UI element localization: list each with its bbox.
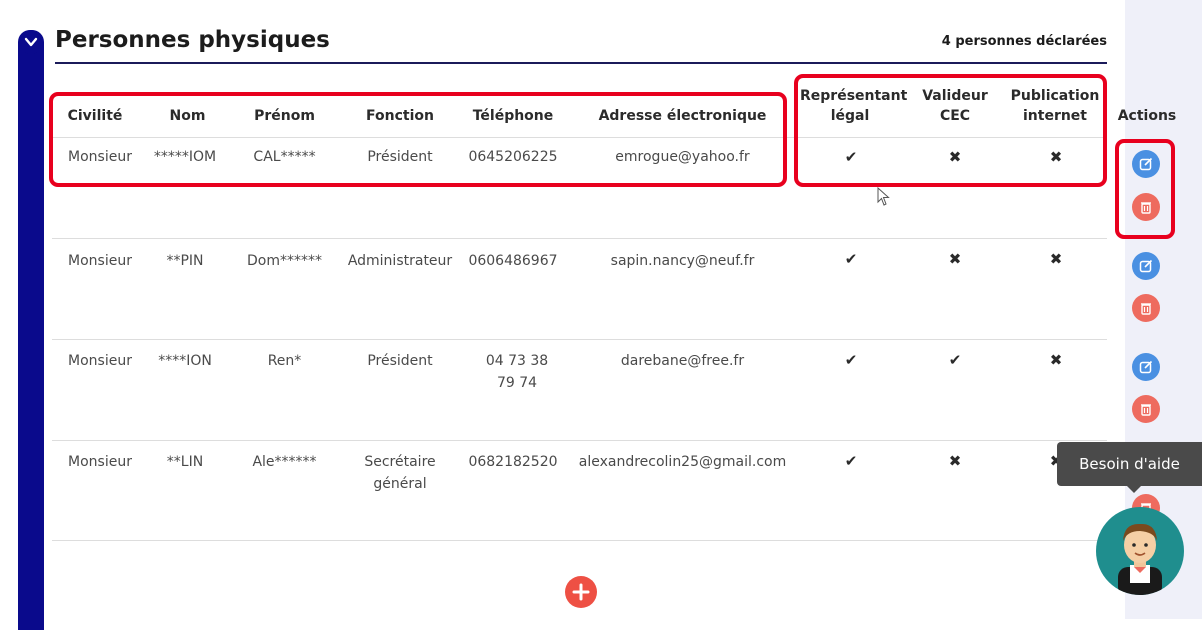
row-separator: [52, 339, 1107, 340]
delete-button[interactable]: [1132, 294, 1160, 322]
cell-prenom: CAL*****: [253, 149, 316, 165]
title-divider: [55, 62, 1107, 64]
help-tooltip[interactable]: Besoin d'aide: [1057, 442, 1202, 493]
edit-button[interactable]: [1132, 150, 1160, 178]
check-icon: ✔: [844, 351, 858, 369]
check-icon: ✔: [844, 452, 858, 470]
cell-civilite: Monsieur: [68, 253, 132, 269]
cell-nom: **PIN: [166, 253, 204, 269]
cross-icon: ✖: [948, 148, 962, 166]
edit-button[interactable]: [1132, 353, 1160, 381]
edit-button[interactable]: [1132, 252, 1160, 280]
header-email: Adresse électronique: [598, 108, 767, 124]
cell-telephone: 04 73 38 79 74: [485, 353, 549, 391]
header-fonction: Fonction: [366, 108, 434, 124]
cell-nom: **LIN: [166, 454, 204, 470]
pencil-square-icon: [1139, 259, 1153, 273]
cell-civilite: Monsieur: [68, 149, 132, 165]
header-civilite: Civilité: [67, 108, 123, 124]
cell-fonction: Administrateur: [347, 253, 453, 269]
cell-prenom: Ren*: [267, 353, 302, 369]
persons-count: 4 personnes déclarées: [941, 34, 1107, 49]
cell-prenom: Ale******: [252, 454, 317, 470]
section-title: Personnes physiques: [55, 27, 330, 53]
cross-icon: ✖: [1049, 351, 1063, 369]
cross-icon: ✖: [1049, 250, 1063, 268]
add-person-button[interactable]: [565, 576, 597, 608]
cell-nom: ****ION: [158, 353, 212, 369]
header-separator: [52, 137, 1107, 138]
trash-icon: [1141, 404, 1151, 416]
plus-icon: [572, 583, 590, 601]
header-actions: Actions: [1117, 108, 1177, 124]
mouse-cursor-icon: [877, 187, 890, 206]
cell-email: emrogue@yahoo.fr: [615, 149, 750, 165]
delete-button[interactable]: [1132, 395, 1160, 423]
pencil-square-icon: [1139, 157, 1153, 171]
delete-button[interactable]: [1132, 193, 1160, 221]
check-icon: ✔: [844, 148, 858, 166]
cell-civilite: Monsieur: [68, 353, 132, 369]
check-icon: ✔: [948, 351, 962, 369]
header-representant-line2: légal: [830, 108, 870, 124]
header-telephone: Téléphone: [472, 108, 554, 124]
cell-telephone: 0645206225: [468, 149, 558, 165]
header-nom: Nom: [169, 108, 206, 124]
header-publication-line1: Publication: [1010, 88, 1100, 104]
cross-icon: ✖: [948, 452, 962, 470]
cell-civilite: Monsieur: [68, 454, 132, 470]
trash-icon: [1141, 303, 1151, 315]
cell-nom: *****IOM: [153, 149, 217, 165]
header-publication-line2: internet: [1022, 108, 1087, 124]
cross-icon: ✖: [1049, 148, 1063, 166]
section-accent-bar: [18, 30, 44, 630]
cross-icon: ✖: [948, 250, 962, 268]
cell-fonction: Secrétaire général: [364, 454, 436, 492]
header-representant-line1: Représentant: [800, 88, 908, 104]
header-prenom: Prénom: [254, 108, 315, 124]
pencil-square-icon: [1139, 360, 1153, 374]
row-separator: [52, 540, 1107, 541]
collapse-toggle[interactable]: [19, 30, 43, 54]
chevron-down-icon: [24, 37, 38, 47]
cell-prenom: Dom******: [247, 253, 322, 269]
row-separator: [52, 238, 1107, 239]
cell-telephone: 0682182520: [468, 454, 558, 470]
check-icon: ✔: [844, 250, 858, 268]
cell-email: alexandrecolin25@gmail.com: [578, 454, 787, 470]
header-valideur-line1: Valideur: [922, 88, 988, 104]
row-separator: [52, 440, 1107, 441]
cell-fonction: Président: [367, 149, 433, 165]
trash-icon: [1141, 202, 1151, 214]
header-valideur: Valideur CEC: [915, 86, 995, 126]
cell-email: darebane@free.fr: [620, 353, 745, 369]
help-avatar-button[interactable]: [1096, 507, 1184, 595]
assistant-avatar-icon: [1118, 523, 1162, 595]
cell-email: sapin.nancy@neuf.fr: [610, 253, 755, 269]
header-representant: Représentant légal: [800, 86, 908, 126]
header-valideur-line2: CEC: [939, 108, 971, 124]
header-publication: Publication internet: [1005, 86, 1105, 126]
cell-telephone: 0606486967: [468, 253, 558, 269]
cell-fonction: Président: [367, 353, 433, 369]
